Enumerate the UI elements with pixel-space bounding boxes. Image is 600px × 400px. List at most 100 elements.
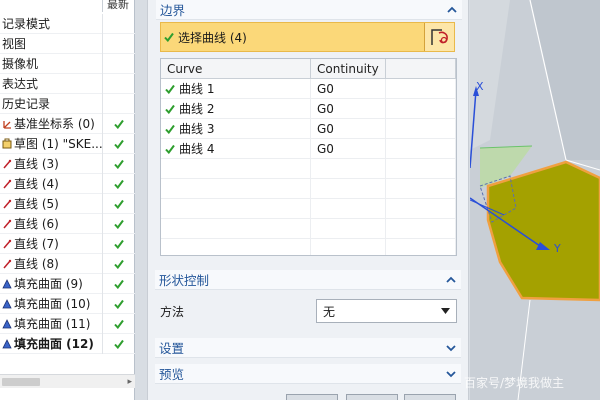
navigator-row[interactable]: 填充曲面 (12) [0,333,135,354]
fill-surface-icon [2,278,12,290]
table-row [161,199,456,219]
table-row [161,219,456,239]
datum-csys-icon [2,118,12,130]
navigator-row[interactable]: 填充曲面 (9) [0,273,135,294]
navigator-row-label: 填充曲面 (10) [14,297,91,311]
table-row [161,179,456,199]
navigator-row[interactable]: 填充曲面 (11) [0,313,135,334]
model-view-canvas[interactable] [470,0,600,400]
navigator-row-label: 历史记录 [2,97,51,111]
navigator-row[interactable]: 直线 (5) [0,193,135,214]
section-preview-header[interactable]: 预览 [155,364,461,384]
navigator-row[interactable]: 历史记录 [0,93,135,114]
watermark-text: 百家号/梦境我做主 [464,376,565,390]
navigator-row-label: 草图 (1) "SKE... [14,137,103,151]
checkmark-icon [114,139,124,149]
checkmark-icon [114,239,124,249]
section-shape-control-header[interactable]: 形状控制 [155,270,461,290]
navigator-row[interactable]: 基准坐标系 (0) [0,113,135,134]
continuity-cell: G0 [317,141,334,156]
line-icon [2,258,12,270]
line-icon [2,158,12,170]
navigator-row-label: 直线 (4) [14,177,59,191]
navigator-horizontal-scrollbar[interactable]: ▸ [0,374,135,388]
navigator-row[interactable]: 直线 (8) [0,253,135,274]
navigator-name-column-header[interactable] [0,0,103,12]
navigator-latest-column-header[interactable]: 最新 [103,0,135,12]
navigator-row[interactable]: 草图 (1) "SKE... [0,133,135,154]
cancel-button[interactable] [404,394,456,400]
navigator-row-label: 记录模式 [2,17,51,31]
expand-chevron-down-icon[interactable] [445,369,457,379]
axis-x-label: X [476,80,484,93]
curve-name-cell: 曲线 4 [179,142,215,156]
navigator-row-label: 填充曲面 (12) [14,337,94,351]
continuity-cell: G0 [317,121,334,136]
scroll-right-arrow-icon[interactable]: ▸ [127,377,132,387]
navigator-row[interactable]: 摄像机 [0,53,135,74]
graphics-viewport[interactable]: X Y [470,0,600,400]
checkmark-icon [165,124,175,134]
table-row[interactable]: 曲线 2 G0 [161,99,456,119]
table-row[interactable]: 曲线 4 G0 [161,139,456,159]
section-settings-header[interactable]: 设置 [155,338,461,358]
table-row [161,239,456,255]
checkmark-icon [165,104,175,114]
navigator-row[interactable]: 直线 (7) [0,233,135,254]
checkmark-icon [114,299,124,309]
fill-surface-icon [2,298,12,310]
line-icon [2,178,12,190]
line-icon [2,198,12,210]
navigator-row[interactable]: 记录模式 [0,13,135,34]
line-icon [2,238,12,250]
method-label: 方法 [160,304,185,319]
navigator-row-label: 视图 [2,37,27,51]
apply-button[interactable] [346,394,398,400]
method-dropdown[interactable]: 无 [316,299,457,323]
navigator-row-label: 填充曲面 (11) [14,317,91,331]
navigator-row-label: 直线 (8) [14,257,59,271]
navigator-row-label: 直线 (5) [14,197,59,211]
select-curve-label: 选择曲线 (4) [178,30,247,45]
checkmark-icon [114,199,124,209]
checkmark-icon [165,84,175,94]
section-boundary-title: 边界 [160,3,186,18]
navigator-row[interactable]: 填充曲面 (10) [0,293,135,314]
select-curve-row[interactable]: 选择曲线 (4) [160,22,455,52]
part-navigator: 最新 记录模式视图摄像机表达式历史记录基准坐标系 (0) 草图 (1) "SKE.… [0,0,135,400]
column-header-curve[interactable]: Curve [161,59,311,78]
navigator-row-label: 摄像机 [2,57,39,71]
table-row [161,159,456,179]
axis-y-label: Y [554,242,561,255]
navigator-row[interactable]: 视图 [0,33,135,54]
curve-selection-icon [430,29,448,45]
scrollbar-thumb[interactable] [2,378,40,386]
sketch-icon [2,138,12,150]
navigator-row[interactable]: 直线 (4) [0,173,135,194]
checkmark-icon [164,32,174,42]
navigator-row[interactable]: 直线 (6) [0,213,135,234]
navigator-row-label: 直线 (6) [14,217,59,231]
fill-surface-icon [2,338,12,350]
section-boundary-header[interactable]: 边界 [156,0,462,20]
checkmark-icon [114,319,124,329]
section-preview-title: 预览 [159,367,185,382]
continuity-cell: G0 [317,81,334,96]
collapse-chevron-up-icon[interactable] [446,5,458,15]
navigator-row-label: 直线 (3) [14,157,59,171]
method-selected-value: 无 [323,304,336,319]
column-header-continuity[interactable]: Continuity [311,59,386,78]
checkmark-icon [165,144,175,154]
table-row[interactable]: 曲线 1 G0 [161,79,456,99]
navigator-row[interactable]: 直线 (3) [0,153,135,174]
select-curve-button[interactable] [424,23,454,51]
checkmark-icon [114,179,124,189]
navigator-row[interactable]: 表达式 [0,73,135,94]
navigator-row-label: 基准坐标系 (0) [14,117,95,131]
line-icon [2,218,12,230]
table-row[interactable]: 曲线 3 G0 [161,119,456,139]
continuity-cell: G0 [317,101,334,116]
collapse-chevron-up-icon[interactable] [445,275,457,285]
ok-button[interactable] [286,394,338,400]
expand-chevron-down-icon[interactable] [445,343,457,353]
